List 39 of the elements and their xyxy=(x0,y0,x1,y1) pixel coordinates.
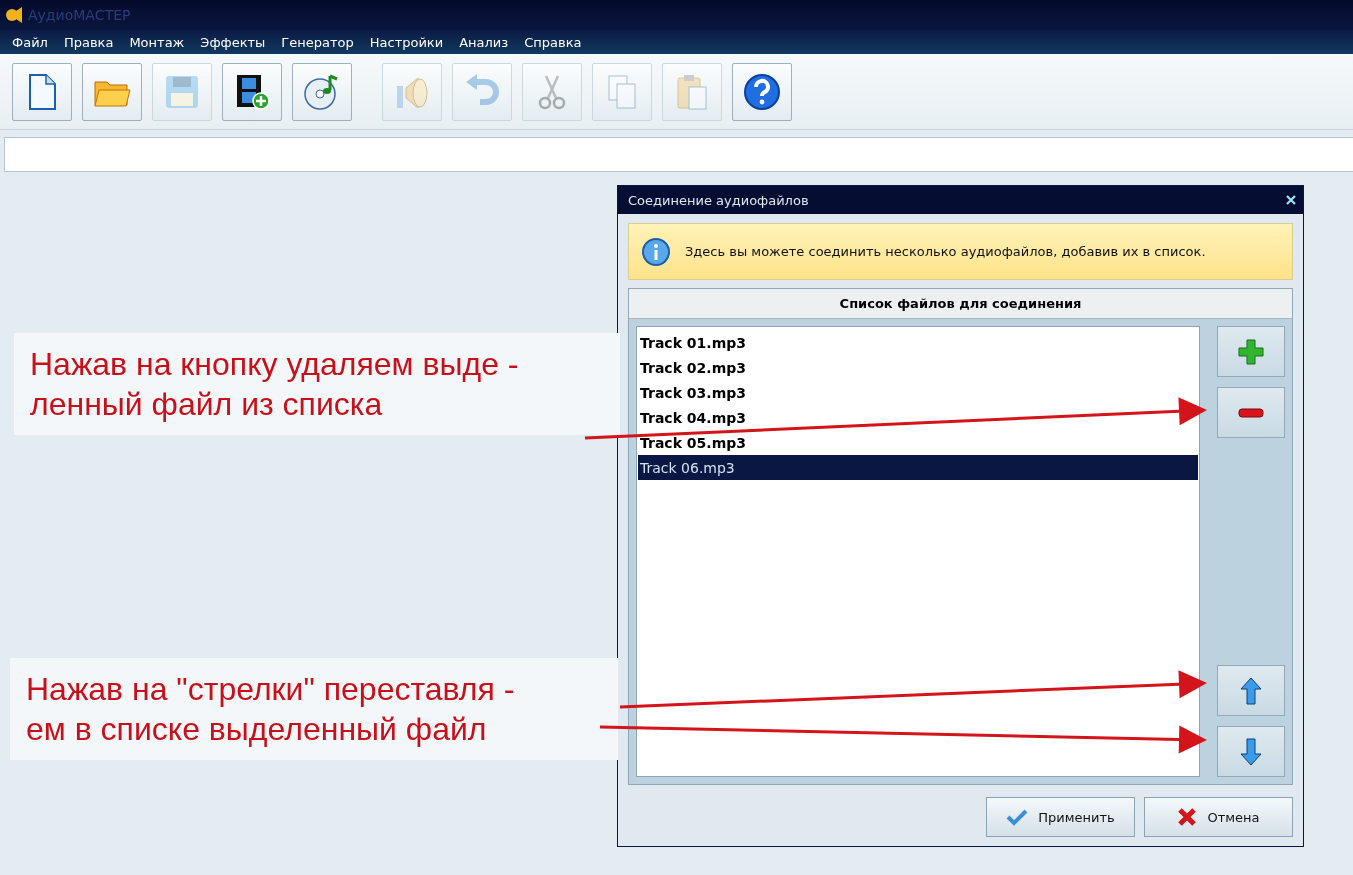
window-title: АудиоМАСТЕР xyxy=(28,7,131,23)
text-field[interactable] xyxy=(4,137,1353,172)
checkmark-icon xyxy=(1006,808,1029,826)
info-text: Здесь вы можете соединить несколько аудиофайлов, добавив их в список. xyxy=(685,244,1206,259)
file-list-item[interactable]: Track 04.mp3 xyxy=(638,405,1198,430)
menu-item[interactable]: Файл xyxy=(4,34,56,50)
plus-icon xyxy=(1236,336,1266,367)
menu-item[interactable]: Справка xyxy=(516,34,590,50)
close-icon xyxy=(1285,194,1297,206)
toolbar-button[interactable] xyxy=(732,62,792,121)
file-list-item[interactable]: Track 06.mp3 xyxy=(638,455,1198,480)
menu-item[interactable]: Монтаж xyxy=(121,34,193,50)
menu-item[interactable]: Правка xyxy=(55,34,122,50)
menu-item[interactable]: Эффекты xyxy=(192,34,274,50)
info-icon xyxy=(641,236,671,267)
add-button[interactable] xyxy=(1217,326,1285,377)
panel-title: Список файлов для соединения xyxy=(839,296,1082,311)
menu-item[interactable]: Генератор xyxy=(273,34,362,50)
callout-text: Нажав на кнопку удаляем выде - ленный файл из списка xyxy=(30,345,519,424)
file-list-item[interactable]: Track 05.mp3 xyxy=(638,430,1198,455)
app-logo-icon xyxy=(4,5,24,25)
close-button[interactable] xyxy=(1285,194,1297,206)
dialog-title: Соединение аудиофайлов xyxy=(628,192,809,208)
toolbar-button[interactable] xyxy=(12,62,72,121)
toolbar-button[interactable] xyxy=(222,62,282,121)
minus-icon xyxy=(1238,407,1264,418)
remove-button[interactable] xyxy=(1217,387,1285,438)
menu-item[interactable]: Анализ xyxy=(451,34,517,50)
cancel-button[interactable]: Отмена xyxy=(1144,797,1293,837)
apply-button[interactable]: Применить xyxy=(986,797,1135,837)
file-list-item[interactable]: Track 02.mp3 xyxy=(638,355,1198,380)
menu-item[interactable]: Настройки xyxy=(361,34,452,50)
cross-icon xyxy=(1177,807,1198,827)
file-list-item[interactable]: Track 03.mp3 xyxy=(638,380,1198,405)
callout-text: Нажав на "стрелки" переставля - ем в списке выделенный файл xyxy=(26,670,515,749)
up-button[interactable] xyxy=(1217,665,1285,716)
down-button[interactable] xyxy=(1217,726,1285,777)
help-icon xyxy=(742,71,782,112)
file-list-item[interactable]: Track 01.mp3 xyxy=(638,330,1198,355)
